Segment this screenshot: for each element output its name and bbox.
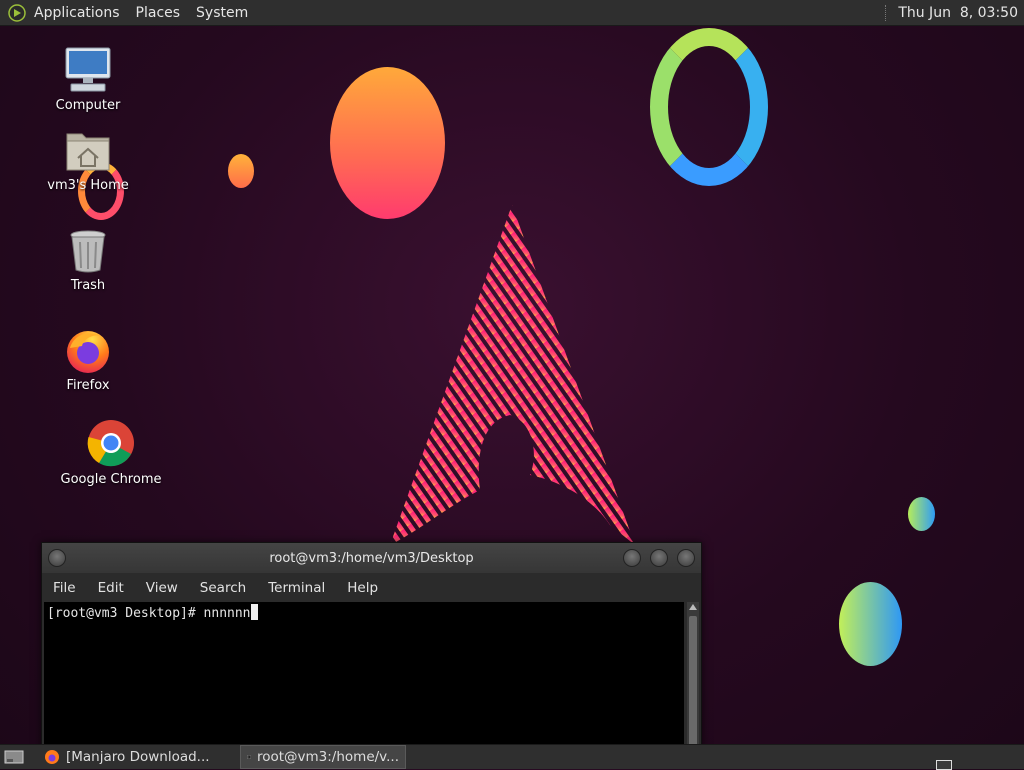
terminal-prompt: [root@vm3 Desktop]# <box>47 606 204 621</box>
firefox-icon <box>67 331 109 373</box>
show-desktop-button[interactable] <box>0 746 34 768</box>
clock[interactable]: Thu Jun 8, 03:50 <box>898 5 1018 21</box>
desktop-icon-label: Computer <box>55 98 121 113</box>
terminal-output[interactable]: [root@vm3 Desktop]# nnnnnn <box>44 602 684 753</box>
close-button[interactable] <box>677 549 695 567</box>
wallpaper-ring <box>650 28 768 186</box>
desktop-icon-label: Trash <box>70 278 106 293</box>
terminal-titlebar[interactable]: root@vm3:/home/vm3/Desktop <box>42 543 701 573</box>
panel-separator <box>885 4 888 21</box>
menu-system[interactable]: System <box>196 5 248 21</box>
terminal-menu-view[interactable]: View <box>146 580 178 596</box>
bottom-taskbar: [Manjaro Download... root@vm3:/home/v... <box>0 744 1024 770</box>
terminal-menu-edit[interactable]: Edit <box>98 580 124 596</box>
terminal-input[interactable]: nnnnnn <box>204 606 251 621</box>
terminal-menu-terminal[interactable]: Terminal <box>268 580 325 596</box>
top-panel: Applications Places System Thu Jun 8, 03… <box>0 0 1024 26</box>
terminal-menu-search[interactable]: Search <box>200 580 246 596</box>
maximize-button[interactable] <box>650 549 668 567</box>
wallpaper-small-blue-circle <box>908 497 935 531</box>
desktop-icon-trash[interactable]: Trash <box>38 228 138 293</box>
terminal-window[interactable]: root@vm3:/home/vm3/Desktop File Edit Vie… <box>41 542 702 754</box>
menu-places[interactable]: Places <box>136 5 181 21</box>
scrollbar-thumb[interactable] <box>689 616 697 753</box>
terminal-menubar: File Edit View Search Terminal Help <box>42 573 701 602</box>
taskbar-item-firefox[interactable]: [Manjaro Download... <box>38 746 236 768</box>
trash-icon <box>70 230 106 273</box>
gnome-foot-icon[interactable] <box>8 3 26 22</box>
home-folder-icon <box>66 133 110 171</box>
terminal-menu-help[interactable]: Help <box>347 580 378 596</box>
clock-area: Thu Jun 8, 03:50 <box>885 0 1018 25</box>
chrome-icon <box>87 420 134 467</box>
minimize-button[interactable] <box>623 549 641 567</box>
text-cursor <box>250 604 258 620</box>
desktop-icon-label: vm3's Home <box>47 178 129 193</box>
computer-icon <box>65 47 111 92</box>
desktop-icon-label: Google Chrome <box>60 472 162 487</box>
wallpaper-small-orange-circle <box>228 154 254 188</box>
window-menu-button[interactable] <box>48 549 66 567</box>
terminal-title: root@vm3:/home/vm3/Desktop <box>269 550 474 566</box>
firefox-icon <box>45 750 59 764</box>
desktop-icon-label: Firefox <box>66 378 110 393</box>
show-desktop-icon <box>4 750 24 764</box>
taskbar-item-label: root@vm3:/home/v... <box>256 749 399 765</box>
desktop-icon-home[interactable]: vm3's Home <box>38 128 138 193</box>
scroll-up-arrow-icon[interactable] <box>689 604 697 610</box>
workspace-switcher[interactable] <box>936 760 952 770</box>
menu-applications[interactable]: Applications <box>34 5 120 21</box>
terminal-icon <box>247 755 251 759</box>
desktop-icon-computer[interactable]: Computer <box>38 46 138 113</box>
taskbar-item-label: [Manjaro Download... <box>66 749 210 765</box>
desktop-icon-firefox[interactable]: Firefox <box>38 326 138 393</box>
desktop-icon-chrome[interactable]: Google Chrome <box>60 418 162 487</box>
terminal-menu-file[interactable]: File <box>53 580 76 596</box>
wallpaper-orange-circle <box>330 67 445 219</box>
wallpaper-blue-circle <box>839 582 902 666</box>
arch-logo-icon <box>390 205 635 545</box>
taskbar-item-terminal[interactable]: root@vm3:/home/v... <box>240 745 406 769</box>
terminal-scrollbar[interactable] <box>687 602 699 753</box>
